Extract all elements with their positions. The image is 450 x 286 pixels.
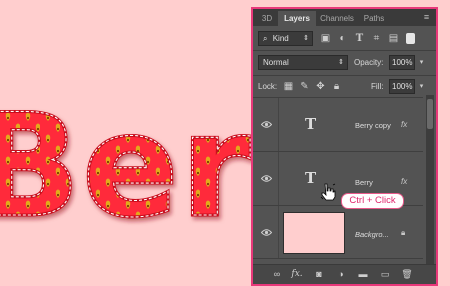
add-layer-style-icon[interactable]: fx. [291,268,303,280]
link-layers-icon[interactable]: ∞ [271,268,283,280]
type-layer-filter-icon[interactable]: T [353,32,366,45]
delete-layer-icon[interactable]: 🗑︎ [401,268,413,280]
layer-name[interactable]: Berry copy [355,121,391,130]
scrollbar-thumb[interactable] [427,99,433,129]
lock-icon: 🔒︎ [401,228,406,237]
blend-row: Normal ⇕ Opacity: 100% ▾ [253,53,436,73]
layer-name[interactable]: Backgro... [355,230,389,239]
chevron-updown-icon: ⇕ [303,35,309,42]
shape-layer-filter-icon[interactable]: ⌗ [370,32,383,45]
new-layer-icon[interactable]: ▭ [379,268,391,280]
panel-tab-bar: 3D Layers Channels Paths ≡ [253,9,436,26]
lock-transparent-pixels-icon[interactable]: ▦ [282,80,295,93]
smart-object-filter-icon[interactable]: ▤ [387,32,400,45]
new-group-icon[interactable]: ▬ [357,268,369,280]
tab-channels[interactable]: Channels [317,11,357,26]
layer-name[interactable]: Berry [355,178,373,187]
filter-kind-dropdown[interactable]: ⌕ Kind ⇕ [258,31,313,46]
layers-scrollbar[interactable] [426,95,434,267]
blend-mode-dropdown[interactable]: Normal ⇕ [258,55,348,70]
filter-row: ⌕ Kind ⇕ ▣ ◐ T ⌗ ▤ [253,29,436,49]
hand-cursor-icon [320,183,336,201]
filter-kind-label: Kind [272,34,289,43]
opacity-label: Opacity: [354,58,384,67]
lock-all-icon[interactable]: 🔒︎ [330,80,343,93]
lock-position-icon[interactable]: ✥ [314,80,327,93]
chevron-updown-icon: ⇕ [338,59,344,66]
tab-3d[interactable]: 3D [257,11,277,26]
layer-row-background[interactable]: Backgro... 🔒︎ [253,205,423,259]
eye-icon[interactable] [261,228,272,237]
eye-icon[interactable] [261,174,272,183]
opacity-input[interactable]: 100% [389,55,415,70]
blend-mode-value: Normal [263,58,289,67]
layer-effects-fx-icon[interactable]: fx [401,120,407,129]
layer-effects-fx-icon[interactable]: fx [401,177,407,186]
fill-dropdown-arrow-icon[interactable]: ▾ [417,80,426,93]
adjustment-layer-filter-icon[interactable]: ◐ [336,32,349,45]
search-icon: ⌕ [263,34,268,43]
layer-row-berry-copy[interactable]: T Berry copy fx [253,97,423,151]
new-adjustment-layer-icon[interactable]: ◑ [335,268,347,280]
fill-label: Fill: [371,82,384,91]
filter-toggle-icon[interactable] [406,33,415,44]
opacity-dropdown-arrow-icon[interactable]: ▾ [417,56,426,69]
type-layer-thumbnail-icon: T [305,115,317,133]
type-layer-thumbnail-icon[interactable]: T [305,169,316,187]
pixel-layer-filter-icon[interactable]: ▣ [319,32,332,45]
ctrl-click-tooltip: Ctrl + Click [341,193,404,209]
lock-image-pixels-icon[interactable]: ✎ [298,80,311,93]
tab-paths[interactable]: Paths [359,11,389,26]
fill-input[interactable]: 100% [389,79,415,94]
lock-label: Lock: [258,82,278,91]
panel-bottom-bar: ∞ fx. ◙ ◑ ▬ ▭ 🗑︎ [253,264,436,284]
tab-layers[interactable]: Layers [278,11,316,26]
eye-icon[interactable] [261,120,272,129]
add-mask-icon[interactable]: ◙ [313,268,325,280]
layers-panel: 3D Layers Channels Paths ≡ ⌕ Kind ⇕ ▣ ◐ … [251,7,438,286]
lock-row: Lock: ▦ ✎ ✥ 🔒︎ Fill: 100% ▾ [253,77,436,97]
background-layer-thumbnail [283,212,345,254]
panel-menu-icon[interactable]: ≡ [421,12,432,23]
